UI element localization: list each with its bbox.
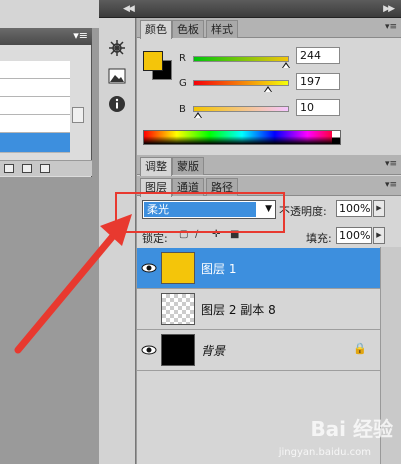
panel-menu-icon[interactable]: ▾≡: [73, 29, 88, 42]
slider-label-r: R: [179, 53, 186, 64]
color-spectrum-ramp[interactable]: [143, 130, 341, 145]
opacity-stepper[interactable]: ▶: [373, 200, 385, 217]
annotation-arrow: [14, 214, 132, 354]
layer-row[interactable]: 图层 2 副本 8: [137, 289, 380, 330]
panel-menu-icon[interactable]: ▾≡: [385, 180, 397, 190]
watermark-url: jingyan.baidu.com: [278, 447, 371, 458]
tab-swatches[interactable]: 色板: [172, 20, 204, 38]
g-value-input[interactable]: 197: [296, 73, 340, 90]
layer-thumbnail: [161, 293, 195, 325]
list-item[interactable]: [0, 97, 70, 115]
layer-name: 图层 1: [201, 262, 237, 276]
opacity-label: 不透明度:: [279, 205, 327, 218]
slider-r[interactable]: [193, 56, 290, 68]
layer-thumbnail: [161, 252, 195, 284]
opacity-input[interactable]: 100%: [336, 200, 372, 217]
tab-masks[interactable]: 蒙版: [172, 157, 204, 175]
fill-input[interactable]: 100%: [336, 227, 372, 244]
camera-icon[interactable]: [22, 164, 32, 173]
tab-color[interactable]: 颜色: [140, 20, 172, 39]
list-item[interactable]: [0, 115, 70, 133]
watermark-logo: Bai 经验: [310, 417, 393, 441]
layer-name: 图层 2 副本 8: [201, 303, 276, 317]
list-item[interactable]: [0, 79, 70, 97]
r-value-input[interactable]: 244: [296, 47, 340, 64]
image-icon[interactable]: [107, 66, 127, 86]
adjust-tabbar: 调整 蒙版 ▾≡: [137, 155, 401, 176]
dock-header: ◀◀ ▶▶: [99, 0, 401, 18]
list-item-selected[interactable]: [0, 133, 70, 153]
slider-b[interactable]: [193, 106, 289, 118]
panel-menu-icon[interactable]: ▾≡: [385, 22, 397, 32]
foreground-color-swatch[interactable]: [143, 51, 163, 71]
layer-name: 背景: [201, 344, 226, 358]
expand-icon[interactable]: ▶▶: [383, 4, 395, 14]
slider-g[interactable]: [193, 80, 289, 92]
history-panel-footer: [0, 160, 92, 176]
scrollbar-thumb[interactable]: [72, 107, 84, 123]
slider-label-b: B: [179, 104, 186, 115]
fill-label: 填充:: [306, 232, 332, 245]
layer-thumbnail: [161, 334, 195, 366]
list-item[interactable]: [0, 61, 70, 79]
tab-adjustments[interactable]: 调整: [140, 157, 172, 176]
slider-thumb[interactable]: [194, 112, 202, 118]
lock-icon: 🔒: [353, 342, 367, 355]
slider-thumb[interactable]: [264, 86, 272, 92]
tab-styles[interactable]: 样式: [206, 20, 238, 38]
network-icon[interactable]: [107, 38, 127, 58]
history-panel-titlebar[interactable]: ▾≡: [0, 28, 92, 45]
new-document-icon[interactable]: [4, 164, 14, 173]
panel-menu-icon[interactable]: ▾≡: [385, 159, 397, 169]
canvas-area: [0, 0, 99, 28]
history-panel: [0, 45, 92, 177]
slider-thumb[interactable]: [282, 62, 290, 68]
layer-row[interactable]: 背景 🔒: [137, 330, 380, 371]
trash-icon[interactable]: [40, 164, 50, 173]
collapse-icon[interactable]: ◀◀: [123, 4, 135, 14]
b-value-input[interactable]: 10: [296, 99, 340, 116]
slider-label-g: G: [179, 78, 187, 89]
info-icon[interactable]: [107, 94, 127, 114]
layer-row[interactable]: 图层 1: [137, 248, 380, 289]
color-tabbar: 颜色 色板 样式 ▾≡: [137, 18, 401, 39]
fill-stepper[interactable]: ▶: [373, 227, 385, 244]
